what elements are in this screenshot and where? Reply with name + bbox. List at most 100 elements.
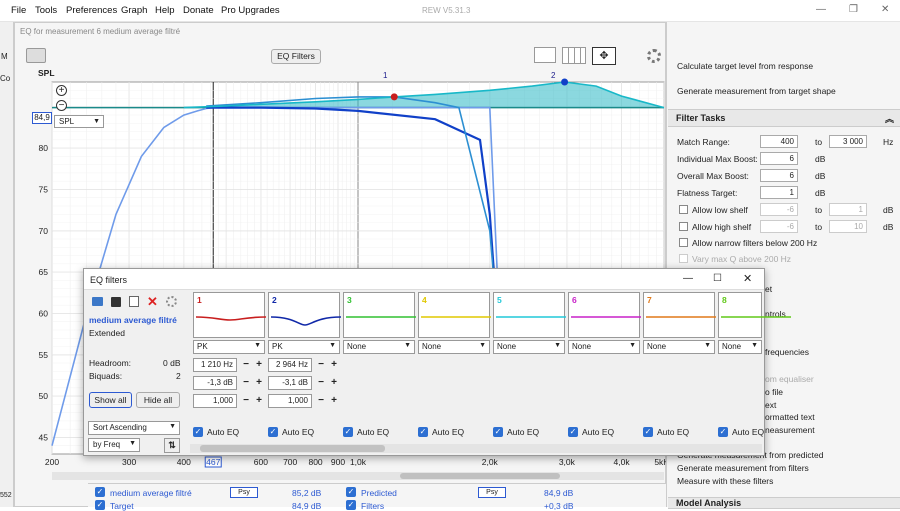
filter-marker-1 <box>390 93 398 101</box>
filter-type-select[interactable]: None ▼ <box>718 340 762 354</box>
high-shelf-from-input[interactable]: -6 <box>760 220 798 233</box>
spl-select[interactable]: SPL ▼ <box>54 115 104 128</box>
plus-icon[interactable]: + <box>328 376 340 390</box>
delete-icon[interactable]: ✕ <box>147 294 158 310</box>
dialog-maximize-icon[interactable]: ☐ <box>713 273 722 284</box>
measure-with-filters-button[interactable]: Measure with these filters <box>677 476 773 486</box>
zoom-in-icon[interactable]: + <box>56 85 67 96</box>
auto-eq-checkbox[interactable]: ✓ <box>493 427 503 437</box>
model-analysis-header[interactable]: Model Analysis <box>668 497 900 509</box>
filter-marker-2 <box>561 78 569 86</box>
dialog-titlebar[interactable] <box>84 269 764 290</box>
filter-type-select[interactable]: PK ▼ <box>268 340 340 354</box>
legend-filters-checkbox[interactable]: ✓ <box>346 500 356 510</box>
task-fragment[interactable]: frequencies <box>765 347 809 357</box>
filter-gain-input[interactable]: -1,3 dB <box>193 376 237 390</box>
task-fragment[interactable]: om equaliser <box>765 374 814 384</box>
filter-type-select[interactable]: None ▼ <box>493 340 565 354</box>
filter-type-select[interactable]: PK ▼ <box>193 340 265 354</box>
plus-icon[interactable]: + <box>328 358 340 372</box>
to-label: to <box>815 205 823 215</box>
plus-icon[interactable]: + <box>328 394 340 408</box>
sort-direction-icon[interactable]: ⇅ <box>164 438 180 453</box>
auto-eq-checkbox[interactable]: ✓ <box>643 427 653 437</box>
legend-predicted-value: 84,9 dB <box>544 488 574 498</box>
filter-card-7[interactable]: 7 <box>643 292 716 338</box>
filter-card-3[interactable]: 3 <box>343 292 416 338</box>
open-folder-icon[interactable] <box>92 297 103 306</box>
legend-predicted-checkbox[interactable]: ✓ <box>346 487 356 497</box>
flatness-target-input[interactable]: 1 <box>760 186 798 199</box>
hide-all-button[interactable]: Hide all <box>136 392 180 408</box>
filter-card-8[interactable]: 8 <box>718 292 791 338</box>
filter-q-input[interactable]: 1,000 <box>193 394 237 408</box>
plus-icon[interactable]: + <box>253 394 265 408</box>
filter-card-6[interactable]: 6 <box>568 292 641 338</box>
minus-icon[interactable]: − <box>240 358 252 372</box>
plus-icon[interactable]: + <box>253 376 265 390</box>
copy-icon[interactable] <box>129 296 139 307</box>
minus-icon[interactable]: − <box>240 394 252 408</box>
task-fragment[interactable]: ext <box>765 400 776 410</box>
plus-icon[interactable]: + <box>253 358 265 372</box>
minus-icon[interactable]: − <box>315 394 327 408</box>
filter-type-select[interactable]: None ▼ <box>418 340 490 354</box>
filter-card-4[interactable]: 4 <box>418 292 491 338</box>
task-fragment[interactable]: neasurement <box>765 425 815 435</box>
filter-gain-input[interactable]: -3,1 dB <box>268 376 312 390</box>
minus-icon[interactable]: − <box>315 376 327 390</box>
match-range-from-input[interactable]: 400 <box>760 135 798 148</box>
show-all-button[interactable]: Show all <box>89 392 132 408</box>
legend-measurement-value: 85,2 dB <box>292 488 322 498</box>
sort-select-value: Sort Ascending <box>93 423 147 432</box>
auto-eq-checkbox[interactable]: ✓ <box>418 427 428 437</box>
scrollbar-thumb[interactable] <box>200 445 385 452</box>
save-icon[interactable] <box>111 297 121 307</box>
filter-type-select[interactable]: None ▼ <box>643 340 715 354</box>
collapse-icon[interactable]: ︽ <box>885 112 894 125</box>
ind-max-boost-input[interactable]: 6 <box>760 152 798 165</box>
auto-eq-checkbox[interactable]: ✓ <box>718 427 728 437</box>
filter-type-select[interactable]: None ▼ <box>568 340 640 354</box>
filter-q-input[interactable]: 1,000 <box>268 394 312 408</box>
match-range-to-input[interactable]: 3 000 <box>829 135 867 148</box>
task-fragment[interactable]: ormatted text <box>765 412 815 422</box>
generate-measurement-button[interactable]: Generate measurement from target shape <box>677 86 836 96</box>
overall-max-boost-input[interactable]: 6 <box>760 169 798 182</box>
low-shelf-to-input[interactable]: 1 <box>829 203 867 216</box>
minus-icon[interactable]: − <box>240 376 252 390</box>
auto-eq-checkbox[interactable]: ✓ <box>568 427 578 437</box>
auto-eq-checkbox[interactable]: ✓ <box>268 427 278 437</box>
filter-scrollbar[interactable] <box>190 444 762 453</box>
settings-gear-icon[interactable] <box>166 296 177 307</box>
zoom-out-icon[interactable]: − <box>56 100 67 111</box>
legend-measurement-checkbox[interactable]: ✓ <box>95 487 105 497</box>
allow-narrow-checkbox[interactable] <box>679 238 688 247</box>
gen-from-filters-button[interactable]: Generate measurement from filters <box>677 463 809 473</box>
filter-card-1[interactable]: 1 <box>193 292 266 338</box>
filter-freq-input[interactable]: 1 210 Hz <box>193 358 237 372</box>
filter-type-select[interactable]: None ▼ <box>343 340 415 354</box>
allow-low-shelf-checkbox[interactable] <box>679 205 688 214</box>
filter-card-2[interactable]: 2 <box>268 292 341 338</box>
filter-freq-input[interactable]: 2 964 Hz <box>268 358 312 372</box>
spl-level-field[interactable]: 84,9 <box>32 112 52 124</box>
dialog-close-icon[interactable]: ✕ <box>743 272 752 285</box>
task-fragment[interactable]: o file <box>765 387 783 397</box>
filter-tasks-header[interactable]: Filter Tasks ︽ <box>668 109 900 127</box>
high-shelf-to-input[interactable]: 10 <box>829 220 867 233</box>
allow-high-shelf-checkbox[interactable] <box>679 222 688 231</box>
low-shelf-from-input[interactable]: -6 <box>760 203 798 216</box>
auto-eq-checkbox[interactable]: ✓ <box>193 427 203 437</box>
auto-eq-checkbox[interactable]: ✓ <box>343 427 353 437</box>
filter-card-5[interactable]: 5 <box>493 292 566 338</box>
vary-max-q-checkbox[interactable] <box>679 254 688 263</box>
psy-button[interactable]: Psy <box>230 487 258 498</box>
psy-button[interactable]: Psy <box>478 487 506 498</box>
legend-target-checkbox[interactable]: ✓ <box>95 500 105 510</box>
sort-select[interactable]: Sort Ascending ▼ <box>88 421 180 435</box>
dialog-minimize-icon[interactable]: — <box>683 273 693 284</box>
minus-icon[interactable]: − <box>315 358 327 372</box>
calc-target-button[interactable]: Calculate target level from response <box>677 61 813 71</box>
by-freq-select[interactable]: by Freq ▼ <box>88 438 140 452</box>
